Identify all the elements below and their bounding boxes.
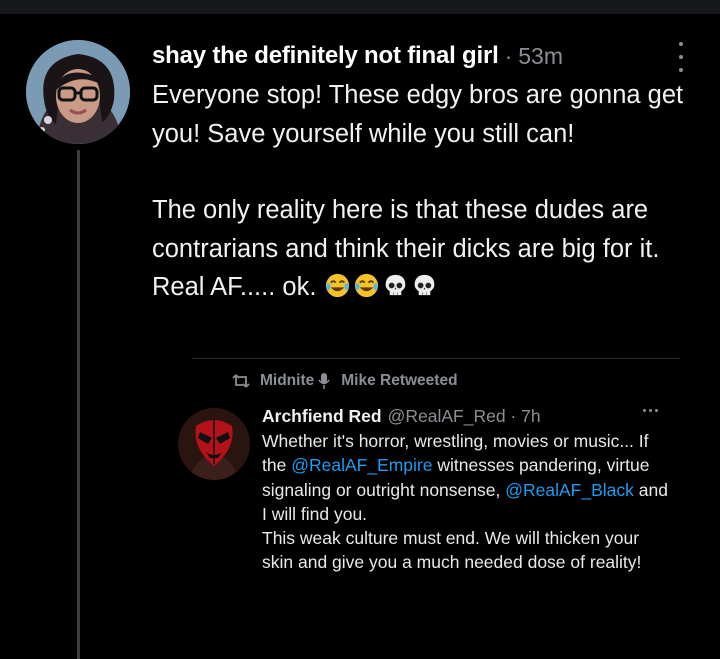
- tweet-paragraph-1: Everyone stop! These edgy bros are gonna…: [152, 81, 684, 148]
- retweeter-name: Midnite: [260, 372, 315, 389]
- microphone-icon: [318, 373, 330, 389]
- quoted-text-4: This weak culture must end. We will thic…: [262, 528, 642, 573]
- tweet-paragraph-2: The only reality here is that these dude…: [152, 191, 692, 307]
- tweet[interactable]: shay the definitely not final girl · 53m…: [152, 36, 692, 307]
- retweet-context[interactable]: Midnite Mike Retweeted: [232, 372, 458, 390]
- separator: ·: [504, 42, 513, 69]
- retweet-icon: [232, 374, 250, 388]
- thread-line: [77, 150, 80, 659]
- skull-icon: [385, 274, 405, 296]
- quoted-tweet-header: Archfiend Red @RealAF_Red · 7h: [262, 403, 672, 429]
- author-name[interactable]: shay the definitely not final girl: [152, 42, 499, 70]
- skull-icon: [414, 274, 434, 296]
- quoted-handle-time[interactable]: @RealAF_Red · 7h: [388, 406, 541, 427]
- retweet-label: Mike Retweeted: [341, 372, 458, 389]
- mention-realaf-empire[interactable]: @RealAF_Empire: [291, 455, 432, 475]
- quoted-avatar[interactable]: [178, 408, 250, 480]
- face-with-tears-of-joy-icon: [354, 273, 378, 298]
- divider: [192, 358, 680, 359]
- timestamp[interactable]: 53m: [518, 43, 563, 70]
- face-with-tears-of-joy-icon: [325, 273, 349, 298]
- mention-realaf-black[interactable]: @RealAF_Black: [505, 480, 634, 500]
- more-options-icon[interactable]: [678, 42, 684, 72]
- top-bar: [0, 0, 720, 14]
- quoted-tweet-text: Whether it's horror, wrestling, movies o…: [262, 429, 672, 575]
- avatar[interactable]: [26, 40, 130, 144]
- quoted-tweet[interactable]: Archfiend Red @RealAF_Red · 7h Whether i…: [262, 403, 672, 575]
- quoted-more-icon[interactable]: [643, 409, 658, 412]
- tweet-header: shay the definitely not final girl · 53m: [152, 36, 692, 76]
- tweet-text: Everyone stop! These edgy bros are gonna…: [152, 76, 692, 307]
- quoted-author-name[interactable]: Archfiend Red: [262, 406, 382, 427]
